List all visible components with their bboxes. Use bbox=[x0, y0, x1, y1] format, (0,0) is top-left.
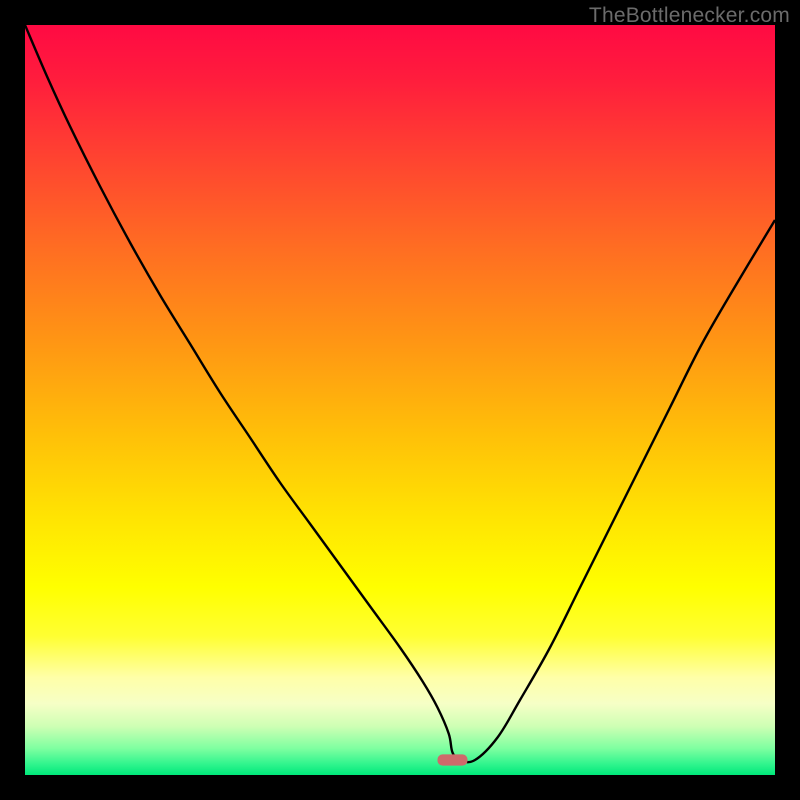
chart-frame: TheBottlenecker.com bbox=[0, 0, 800, 800]
chart-svg bbox=[25, 25, 775, 775]
bottleneck-marker bbox=[438, 754, 468, 765]
gradient-background bbox=[25, 25, 775, 775]
plot-area bbox=[25, 25, 775, 775]
